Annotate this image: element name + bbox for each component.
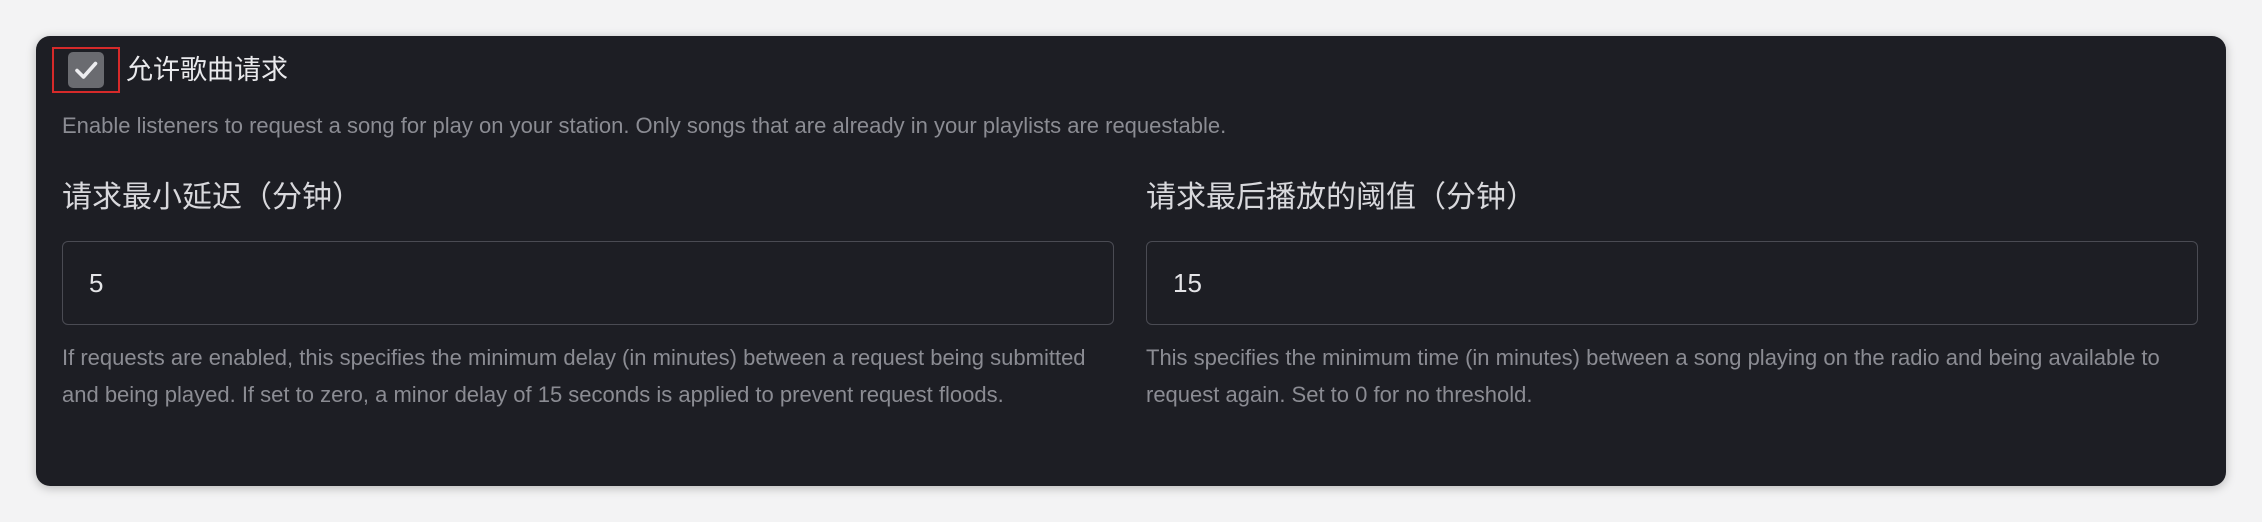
threshold-help: This specifies the minimum time (in minu… [1146, 345, 2160, 407]
allow-requests-checkbox[interactable] [52, 47, 120, 93]
min-delay-input[interactable] [62, 241, 1114, 325]
checkbox-box[interactable] [68, 52, 104, 88]
allow-requests-label[interactable]: 允许歌曲请求 [126, 57, 288, 84]
threshold-label: 请求最后播放的阈值（分钟） [1146, 180, 1536, 215]
threshold-input[interactable] [1146, 241, 2198, 325]
allow-requests-description: Enable listeners to request a song for p… [62, 113, 1227, 138]
check-icon [75, 61, 98, 79]
min-delay-help: If requests are enabled, this specifies … [62, 345, 1086, 407]
min-delay-label: 请求最小延迟（分钟） [62, 180, 362, 215]
allow-requests-row: 允许歌曲请求 [52, 46, 288, 94]
